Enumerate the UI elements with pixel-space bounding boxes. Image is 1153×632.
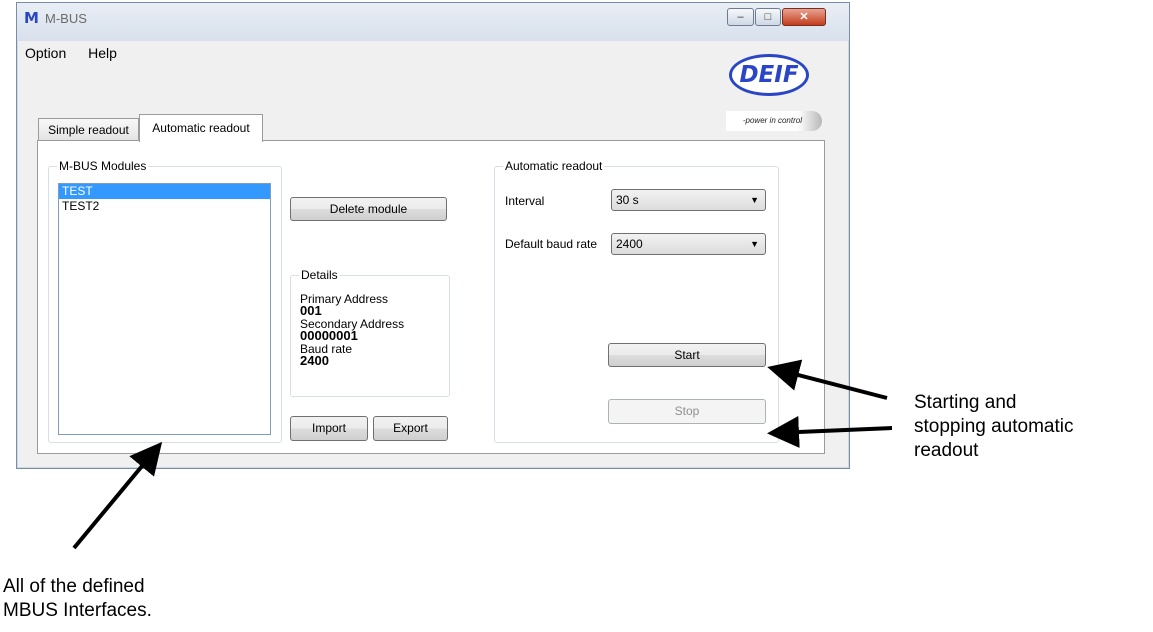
tab-automatic-readout[interactable]: Automatic readout xyxy=(139,114,263,142)
annotation-line: MBUS Interfaces. xyxy=(3,600,152,621)
annotation-start-stop: Starting and stopping automatic readout xyxy=(914,391,1074,463)
arrow-to-start xyxy=(767,359,888,400)
annotation-line: Starting and xyxy=(914,392,1017,413)
arrow-to-modules xyxy=(72,441,163,550)
annotation-line: readout xyxy=(914,440,979,461)
arrow-to-stop xyxy=(767,415,893,448)
annotation-interfaces: All of the defined MBUS Interfaces. xyxy=(3,575,152,623)
annotation-arrows xyxy=(72,359,893,550)
annotation-line: stopping automatic xyxy=(914,416,1074,437)
annotation-line: All of the defined xyxy=(3,576,145,597)
